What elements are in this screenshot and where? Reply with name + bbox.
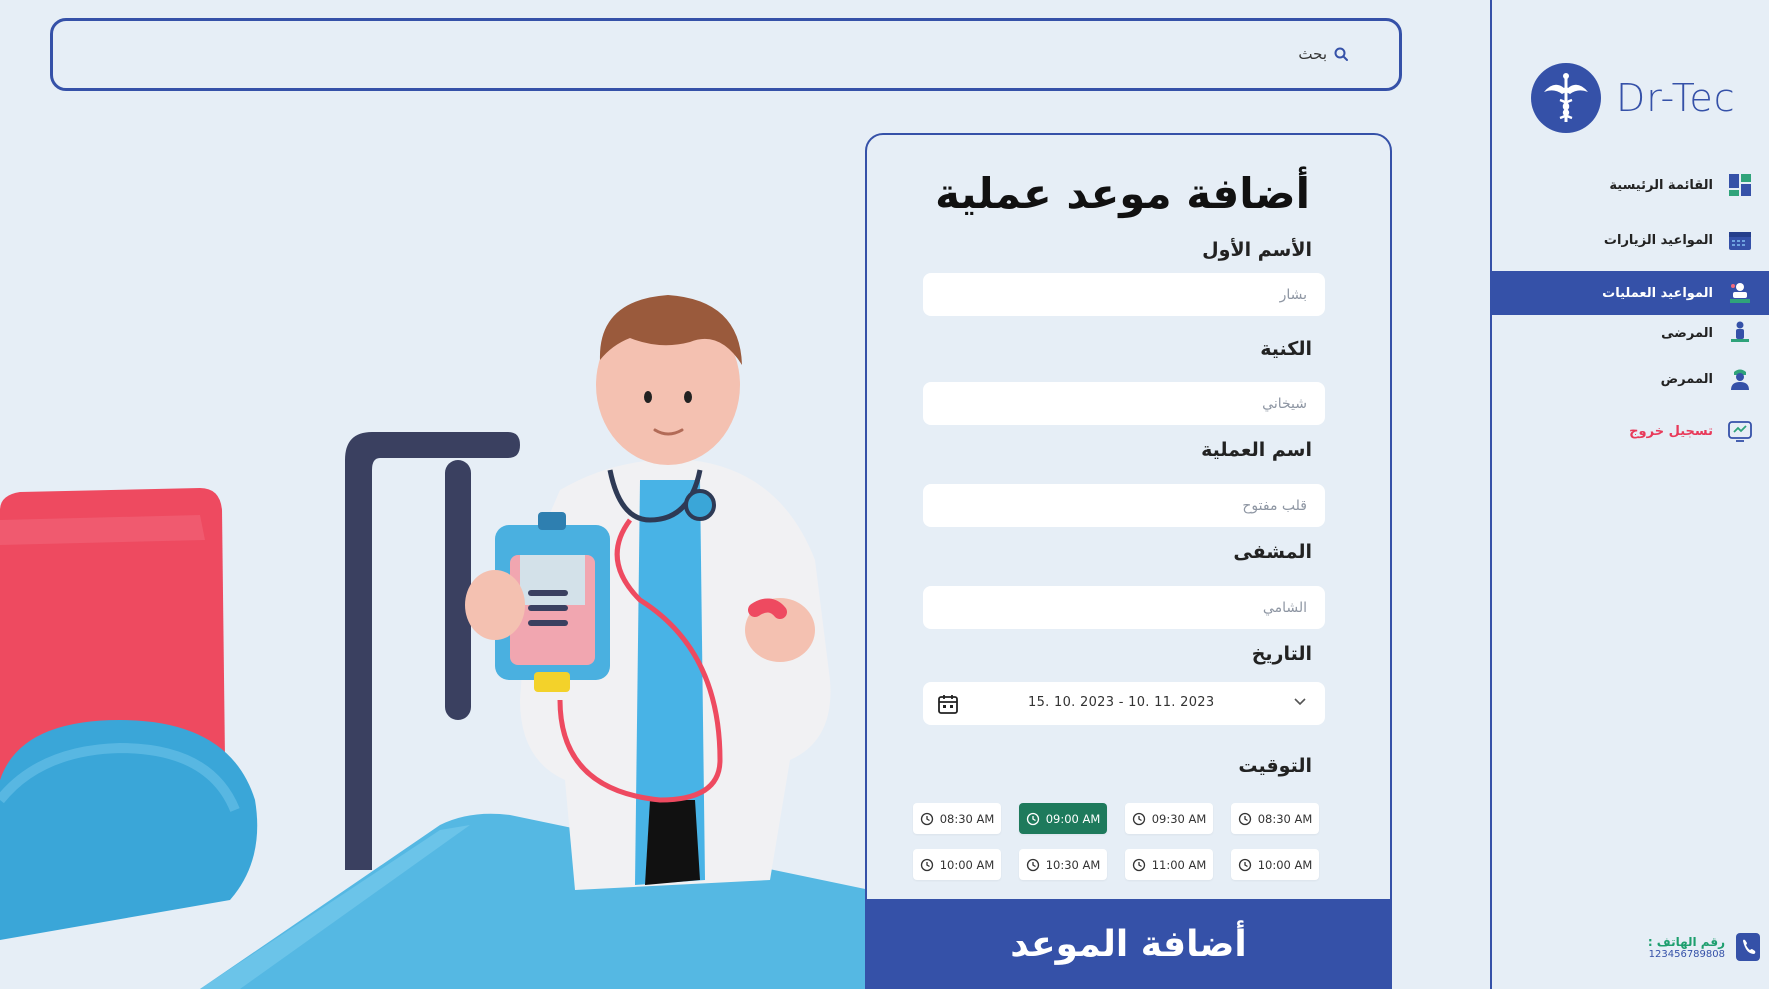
clock-icon (1132, 858, 1145, 871)
caduceus-logo-icon (1531, 63, 1601, 133)
time-slot[interactable]: 08:30 AM (913, 803, 1001, 834)
phone-contact: رقم الهاتف : 123456789808 (1648, 932, 1761, 962)
time-slot[interactable]: 09:30 AM (1125, 803, 1213, 834)
date-range-value: 15. 10. 2023 - 10. 11. 2023 (1028, 695, 1215, 710)
sidebar-item-operations[interactable]: المواعيد العمليات (1492, 271, 1769, 315)
first-name-label: الأسم الأول (1202, 239, 1312, 261)
sidebar-item-label: القائمة الرئيسية (1609, 177, 1713, 193)
time-slot[interactable]: 11:00 AM (1125, 849, 1213, 880)
sidebar-item-label: تسجيل خروج (1629, 423, 1713, 439)
time-slot-selected[interactable]: 09:00 AM (1019, 803, 1107, 834)
last-name-label: الكنية (1260, 338, 1312, 360)
surgery-icon (1730, 283, 1750, 303)
sidebar: Dr-Tec القائمة الرئيسية المواعيد الزيارا… (1490, 0, 1769, 989)
form-title: أضافة موعد عملية (935, 169, 1310, 218)
operation-name-label: اسم العملية (1201, 439, 1312, 461)
add-appointment-button[interactable]: أضافة الموعد (865, 899, 1392, 989)
phone-number: 123456789808 (1648, 948, 1725, 960)
search-icon (1334, 47, 1348, 61)
clock-icon (1026, 812, 1039, 825)
phone-icon[interactable] (1735, 932, 1761, 962)
date-label: التاريخ (1251, 643, 1312, 665)
dashboard-icon (1729, 174, 1751, 196)
clock-icon (1238, 812, 1251, 825)
sidebar-item-logout[interactable]: تسجيل خروج (1492, 409, 1769, 453)
clock-icon (1132, 812, 1145, 825)
brand: Dr-Tec (1530, 62, 1736, 134)
time-slot[interactable]: 10:30 AM (1019, 849, 1107, 880)
doctor-illustration (0, 280, 870, 989)
main-area: بحث أضافة موعد عملية الأسم الأول بشار ال… (0, 0, 1490, 989)
sidebar-item-dashboard[interactable]: القائمة الرئيسية (1492, 163, 1769, 207)
sidebar-item-label: الممرض (1660, 371, 1713, 387)
chevron-down-icon (1294, 698, 1306, 706)
add-operation-form: أضافة موعد عملية الأسم الأول الكنية اسم … (865, 133, 1392, 989)
first-name-input[interactable] (923, 273, 1325, 316)
time-slot[interactable]: 10:00 AM (913, 849, 1001, 880)
last-name-input[interactable] (923, 382, 1325, 425)
logout-icon (1728, 421, 1752, 442)
sidebar-item-visits[interactable]: المواعيد الزيارات (1492, 218, 1769, 262)
brand-name: Dr-Tec (1616, 76, 1736, 120)
search-input[interactable]: بحث (1298, 45, 1327, 63)
clock-icon (920, 812, 933, 825)
sidebar-item-label: المرضى (1661, 325, 1713, 341)
calendar-icon (938, 695, 958, 714)
nurse-icon (1731, 369, 1749, 390)
search-bar[interactable]: بحث (50, 18, 1402, 91)
time-slot[interactable]: 08:30 AM (1231, 803, 1319, 834)
sidebar-item-nurse[interactable]: الممرض (1492, 357, 1769, 401)
phone-label: رقم الهاتف : (1647, 934, 1725, 949)
clock-icon (920, 858, 933, 871)
date-range-picker[interactable]: 15. 10. 2023 - 10. 11. 2023 (923, 682, 1325, 725)
sidebar-item-label: المواعيد العمليات (1602, 285, 1713, 301)
calendar-icon (1729, 232, 1751, 250)
clock-icon (1026, 858, 1039, 871)
time-label: التوقيت (1238, 755, 1312, 777)
hospital-input[interactable] (923, 586, 1325, 629)
patient-icon (1731, 321, 1749, 342)
sidebar-item-patients[interactable]: المرضى (1492, 311, 1769, 355)
sidebar-item-label: المواعيد الزيارات (1603, 232, 1713, 248)
clock-icon (1238, 858, 1251, 871)
hospital-label: المشفى (1233, 541, 1312, 563)
operation-name-input[interactable] (923, 484, 1325, 527)
time-slot[interactable]: 10:00 AM (1231, 849, 1319, 880)
